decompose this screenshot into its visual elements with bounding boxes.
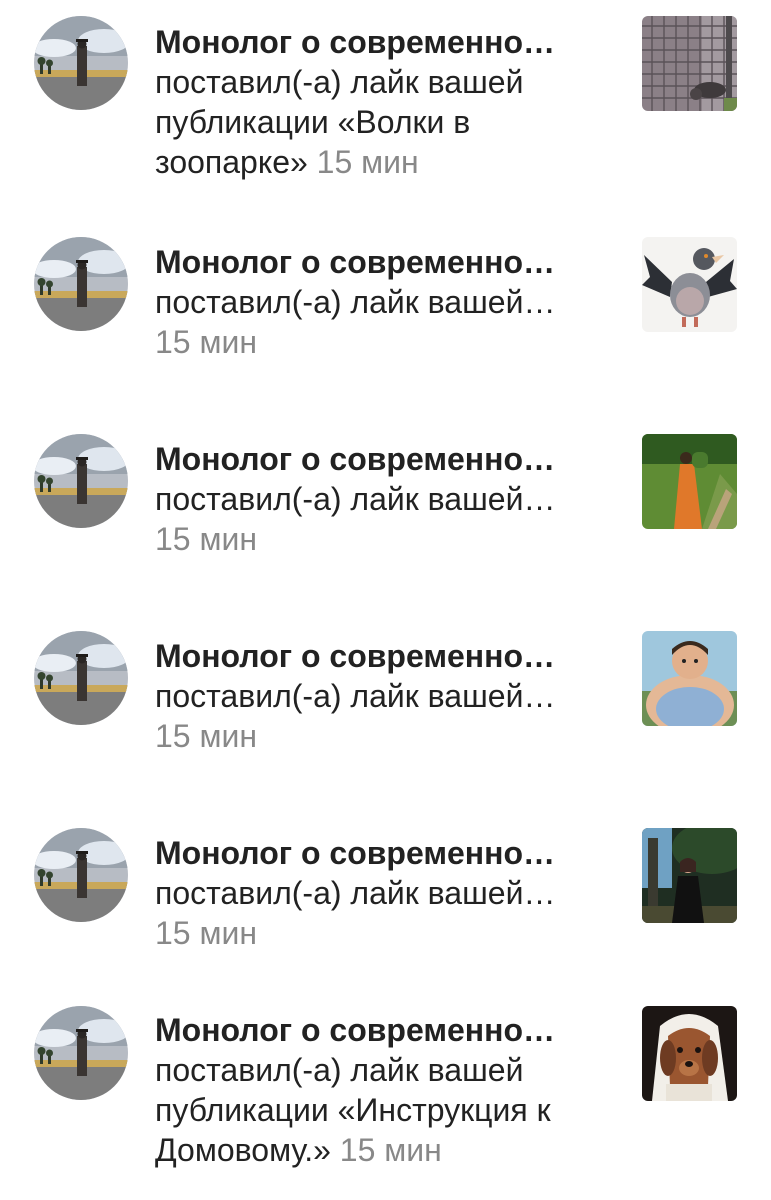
author-avatar[interactable] [34, 631, 128, 725]
timestamp: 15 мин [316, 144, 419, 180]
dog-in-veil-thumbnail[interactable] [642, 1006, 737, 1101]
timestamp: 15 мин [155, 718, 258, 754]
author-name[interactable]: Монолог о современно… [155, 833, 565, 873]
notification-item[interactable]: Монолог о современно… поставил(-а) лайк … [0, 0, 771, 200]
timestamp: 15 мин [155, 915, 258, 951]
notification-item[interactable]: Монолог о современно… поставил(-а) лайк … [0, 614, 771, 794]
author-avatar[interactable] [34, 828, 128, 922]
timestamp: 15 мин [155, 521, 258, 557]
action-text: поставил(-а) лайк вашей… [155, 284, 556, 320]
author-name[interactable]: Монолог о современно… [155, 636, 565, 676]
author-avatar[interactable] [34, 1006, 128, 1100]
notification-item[interactable]: Монолог о современно… поставил(-а) лайк … [0, 811, 771, 991]
timestamp: 15 мин [339, 1132, 442, 1168]
action-text: поставил(-а) лайк вашей… [155, 678, 556, 714]
action-text: поставил(-а) лайк вашей… [155, 875, 556, 911]
author-avatar[interactable] [34, 434, 128, 528]
timestamp: 15 мин [155, 324, 258, 360]
author-name[interactable]: Монолог о современно… [155, 22, 565, 62]
wolf-cage-thumbnail[interactable] [642, 16, 737, 111]
notification-item[interactable]: Монолог о современно… поставил(-а) лайк … [0, 990, 771, 1200]
woman-in-field-thumbnail[interactable] [642, 434, 737, 529]
author-name[interactable]: Монолог о современно… [155, 1010, 565, 1050]
author-avatar[interactable] [34, 16, 128, 110]
woman-by-tree-thumbnail[interactable] [642, 828, 737, 923]
author-name[interactable]: Монолог о современно… [155, 242, 565, 282]
pigeon-thumbnail[interactable] [642, 237, 737, 332]
action-text: поставил(-а) лайк вашей… [155, 481, 556, 517]
notification-item[interactable]: Монолог о современно… поставил(-а) лайк … [0, 417, 771, 597]
fat-man-thumbnail[interactable] [642, 631, 737, 726]
author-name[interactable]: Монолог о современно… [155, 439, 565, 479]
notification-item[interactable]: Монолог о современно… поставил(-а) лайк … [0, 220, 771, 400]
author-avatar[interactable] [34, 237, 128, 331]
